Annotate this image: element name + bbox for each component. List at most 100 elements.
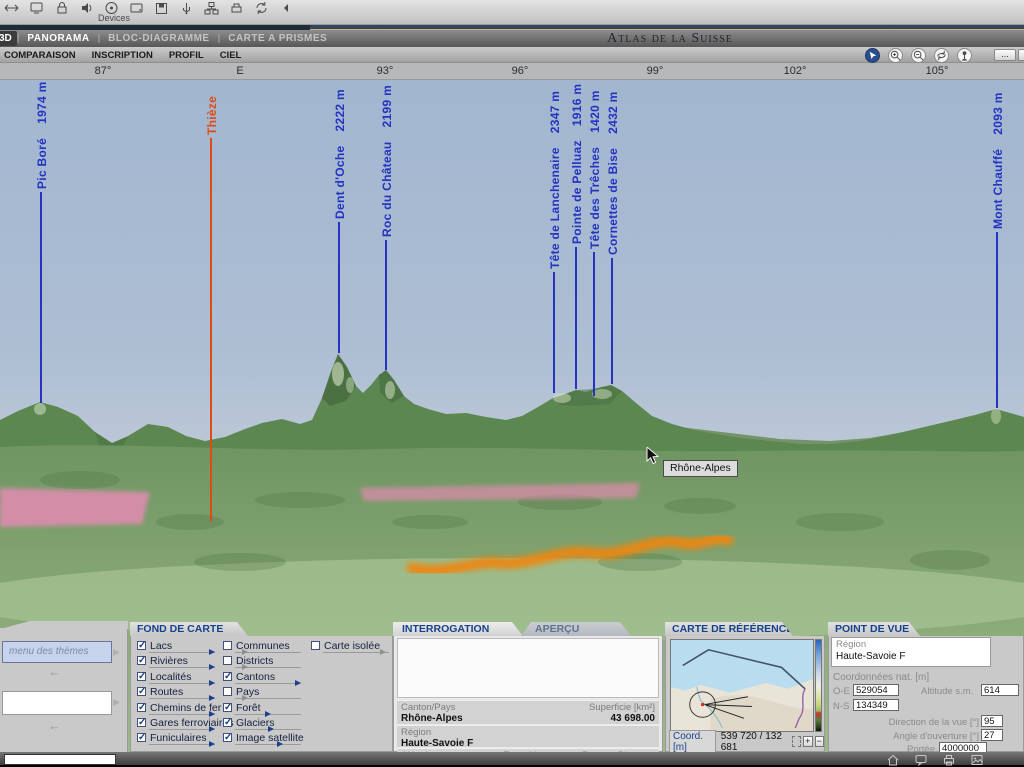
slider-arrow-icon[interactable] <box>209 664 215 670</box>
layer-toggle-routes[interactable]: ✓Routes <box>137 686 233 701</box>
layer-toggle-chemins-de-fer[interactable]: ✓Chemins de fer <box>137 702 233 717</box>
opacity-slider[interactable] <box>149 652 215 653</box>
panorama-viewport[interactable]: Pic Boré1974 mThièzeDent d'Oche2222 mRoc… <box>0 80 1024 752</box>
checkbox[interactable]: ✓ <box>223 703 232 712</box>
opacity-slider[interactable] <box>235 667 301 668</box>
opacity-slider[interactable] <box>235 652 301 653</box>
checkbox[interactable]: ✓ <box>223 672 232 681</box>
checkbox[interactable] <box>311 641 320 650</box>
speaker-icon[interactable] <box>77 1 95 15</box>
slider-arrow-icon[interactable] <box>268 726 274 732</box>
combo-handle-icon[interactable] <box>113 699 120 706</box>
back-arrow-icon[interactable]: ← <box>48 664 61 679</box>
more-button[interactable]: ... <box>994 49 1016 61</box>
layer-toggle-districts[interactable]: Districts <box>223 655 304 670</box>
display-icon[interactable] <box>27 1 45 15</box>
tab-interrogation[interactable]: INTERROGATION <box>393 622 523 636</box>
layer-toggle-gares-ferroviaires[interactable]: ✓Gares ferroviaires <box>137 717 233 732</box>
zoom-out-tool[interactable] <box>911 48 926 63</box>
theme-value-combobox[interactable] <box>2 691 112 715</box>
slider-arrow-icon[interactable] <box>209 741 215 747</box>
checkbox[interactable]: ✓ <box>137 641 146 650</box>
opacity-slider[interactable] <box>149 744 215 745</box>
print-icon[interactable] <box>942 753 956 765</box>
layer-toggle-image-satellite[interactable]: ✓Image satellite <box>223 732 304 747</box>
floppy-icon[interactable] <box>152 1 170 15</box>
menu-item-bloc-diagramme[interactable]: BLOC-DIAGRAMME <box>100 33 217 44</box>
slider-arrow-icon[interactable] <box>209 711 215 717</box>
slider-arrow-icon[interactable] <box>209 680 215 686</box>
viewpoint-altitude-input[interactable] <box>981 684 1019 696</box>
menu-item-3d[interactable]: 3D <box>0 31 17 46</box>
slider-arrow-icon[interactable] <box>209 726 215 732</box>
checkbox[interactable] <box>223 656 232 665</box>
layer-toggle-funiculaires[interactable]: ✓Funiculaires <box>137 732 233 747</box>
oe-input[interactable] <box>853 684 899 696</box>
opacity-slider[interactable] <box>235 744 301 745</box>
tab-carte-de-reference[interactable]: CARTE DE RÉFÉRENCE <box>665 622 793 636</box>
back-arrow-icon[interactable]: ← <box>48 718 61 733</box>
menu-item-panorama[interactable]: PANORAMA <box>19 33 97 44</box>
slider-arrow-icon[interactable] <box>380 649 386 655</box>
opacity-slider[interactable] <box>149 714 215 715</box>
network-icon[interactable] <box>202 1 220 15</box>
navigate-tool[interactable] <box>865 48 880 63</box>
layer-toggle-localités[interactable]: ✓Localités <box>137 671 233 686</box>
slider-arrow-icon[interactable] <box>265 711 271 717</box>
ns-input[interactable] <box>853 699 899 711</box>
opacity-slider[interactable] <box>149 667 215 668</box>
resize-icon[interactable] <box>2 1 20 15</box>
layer-toggle-rivières[interactable]: ✓Rivières <box>137 655 233 670</box>
collapse-icon[interactable] <box>277 1 295 15</box>
layer-toggle-lacs[interactable]: ✓Lacs <box>137 640 233 655</box>
checkbox[interactable]: ✓ <box>137 703 146 712</box>
slider-arrow-icon[interactable] <box>242 649 248 655</box>
opacity-slider[interactable] <box>149 698 215 699</box>
angle-input[interactable] <box>981 729 1003 741</box>
edge-button[interactable] <box>1018 49 1024 61</box>
opacity-slider[interactable] <box>235 683 301 684</box>
slider-arrow-icon[interactable] <box>295 680 301 686</box>
submenu-item-inscription[interactable]: INSCRIPTION <box>88 50 165 61</box>
checkbox[interactable]: ✓ <box>137 687 146 696</box>
tab-point-de-vue[interactable]: POINT DE VUE <box>828 622 920 636</box>
checkbox[interactable] <box>223 641 232 650</box>
checkbox[interactable]: ✓ <box>137 718 146 727</box>
opacity-slider[interactable] <box>149 683 215 684</box>
submenu-item-profil[interactable]: PROFIL <box>165 50 216 61</box>
tab-apercu[interactable]: APERÇU <box>521 622 631 636</box>
rotate-view-tool[interactable] <box>934 48 949 63</box>
checkbox[interactable]: ✓ <box>137 672 146 681</box>
zoom-in-tool[interactable] <box>888 48 903 63</box>
layer-toggle-pays[interactable]: Pays <box>223 686 304 701</box>
direction-input[interactable] <box>981 715 1003 727</box>
printer-icon[interactable] <box>227 1 245 15</box>
opacity-slider[interactable] <box>235 698 301 699</box>
map-zoom-in-button[interactable]: + <box>803 736 812 747</box>
opacity-slider[interactable] <box>149 729 215 730</box>
slider-arrow-icon[interactable] <box>209 649 215 655</box>
opacity-slider[interactable] <box>235 729 301 730</box>
reference-map[interactable] <box>670 639 814 732</box>
combo-handle-icon[interactable] <box>113 649 120 656</box>
image-icon[interactable] <box>970 753 984 765</box>
status-input[interactable] <box>4 754 116 765</box>
slider-arrow-icon[interactable] <box>277 741 283 747</box>
map-extent-button[interactable] <box>792 736 801 747</box>
layer-toggle-cantons[interactable]: ✓Cantons <box>223 671 304 686</box>
map-zoom-out-button[interactable]: − <box>815 736 824 747</box>
layer-toggle-communes[interactable]: Communes <box>223 640 304 655</box>
checkbox[interactable]: ✓ <box>223 718 232 727</box>
slider-arrow-icon[interactable] <box>209 695 215 701</box>
checkbox[interactable]: ✓ <box>137 733 146 742</box>
submenu-item-comparaison[interactable]: COMPARAISON <box>0 50 88 61</box>
home-icon[interactable] <box>886 753 900 765</box>
slider-arrow-icon[interactable] <box>242 664 248 670</box>
lock-icon[interactable] <box>52 1 70 15</box>
chat-icon[interactable] <box>914 753 928 765</box>
layer-toggle-carte-isolée[interactable]: Carte isolée <box>311 640 380 655</box>
theme-menu-combobox[interactable]: menu des thèmes <box>2 641 112 663</box>
sync-icon[interactable] <box>252 1 270 15</box>
opacity-slider[interactable] <box>323 652 389 653</box>
layer-toggle-forêt[interactable]: ✓Forêt <box>223 702 304 717</box>
